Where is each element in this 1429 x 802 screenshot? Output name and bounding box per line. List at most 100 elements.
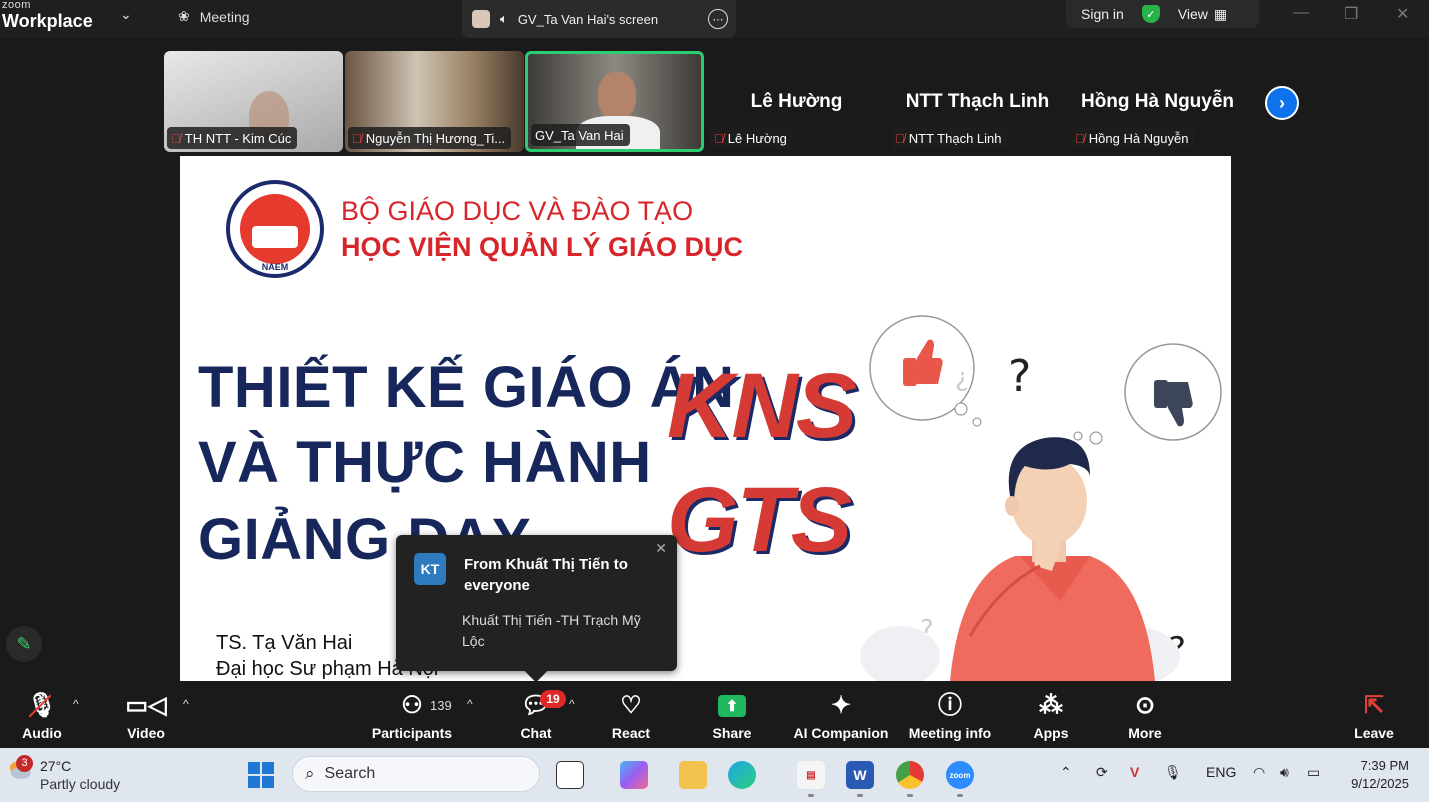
annotate-pen-icon[interactable]: ✎	[6, 626, 42, 662]
chevron-up-icon[interactable]: ⌃	[1060, 764, 1072, 781]
apps-button[interactable]: ⁂ Apps	[1025, 681, 1077, 748]
participant-name: NTT Thạch Linh	[908, 130, 1002, 146]
participants-options-caret[interactable]: ^	[467, 697, 473, 711]
chat-notification[interactable]: KT From Khuất Thị Tiến to everyone Khuất…	[396, 535, 677, 683]
taskbar-search[interactable]: ⌕ Search	[292, 756, 540, 792]
participants-button[interactable]: ⚇ Participants	[370, 681, 454, 748]
temperature[interactable]: 27°C	[40, 758, 71, 774]
meeting-toolbar: 🎙︎ Audio ^ ▭◁ Video ^ ⚇ Participants 139…	[0, 681, 1429, 748]
start-button[interactable]	[248, 762, 274, 788]
leave-button[interactable]: ⇱ Leave	[1348, 681, 1400, 748]
video-label: Video	[127, 725, 165, 741]
view-button[interactable]: View ▦	[1178, 6, 1227, 23]
shared-screen-slide: NAEM BỘ GIÁO DỤC VÀ ĐÀO TẠO HỌC VIỆN QUẢ…	[180, 156, 1231, 681]
maximize-icon[interactable]: ❐	[1344, 4, 1358, 24]
ministry-name: BỘ GIÁO DỤC VÀ ĐÀO TẠO	[341, 196, 694, 226]
next-page-button[interactable]: ›	[1265, 86, 1299, 120]
react-button[interactable]: ♡ React	[605, 681, 657, 748]
kns-badge: KNS	[667, 355, 857, 457]
video-strip: 🎙̸ TH NTT - Kim Cúc 🎙̸ Nguyễn Thị Hương_Ti…	[0, 38, 1429, 156]
speaker-icon: 🔈︎	[500, 11, 508, 26]
presenter-avatar	[472, 10, 490, 28]
app-tray-icon[interactable]: V	[1130, 764, 1139, 780]
screen-share-tab[interactable]: 🔈︎ GV_Ta Van Hai's screen ⋯	[462, 0, 736, 38]
slide-title-line1: THIẾT KẾ GIÁO ÁN	[198, 355, 735, 420]
weather-condition[interactable]: Partly cloudy	[40, 776, 120, 792]
app-icon[interactable]: ▤	[797, 761, 825, 797]
share-label: Share	[712, 725, 752, 741]
chat-notification-message: Khuất Thị Tiến -TH Trạch Mỹ Lộc	[462, 612, 641, 649]
sender-avatar: KT	[414, 553, 446, 585]
mic-muted-icon: 🎙︎	[26, 692, 58, 719]
clock-time: 7:39 PM	[1360, 758, 1409, 773]
svg-text:¿: ¿	[955, 363, 969, 393]
meeting-info-label: Meeting info	[908, 725, 992, 741]
audio-label: Audio	[22, 725, 62, 741]
chrome-icon[interactable]	[896, 761, 924, 797]
gts-badge: GTS	[667, 469, 852, 571]
chat-options-caret[interactable]: ^	[569, 697, 575, 711]
screen-title: GV_Ta Van Hai's screen	[517, 11, 659, 27]
windows-taskbar: 3 27°C Partly cloudy ⌕ Search ▤ W zoom ⌃…	[0, 748, 1429, 802]
account-controls: Sign in ✓ View ▦	[1066, 0, 1259, 28]
sign-in-button[interactable]: Sign in	[1081, 6, 1124, 22]
participant-display-name: Lê Hường	[750, 91, 843, 112]
shield-check-icon[interactable]: ✓	[1141, 5, 1160, 23]
edge-browser-icon[interactable]	[728, 761, 756, 789]
participant-name-tag: 🎙̸ TH NTT - Kim Cúc	[167, 127, 298, 149]
wifi-icon[interactable]: ◠	[1253, 764, 1265, 781]
more-label: More	[1128, 725, 1162, 741]
participant-tile[interactable]: 🎙̸ Nguyễn Thị Hương_Ti...	[345, 51, 524, 152]
participant-tile[interactable]: NTT Thạch Linh 🎙̸ NTT Thạch Linh	[888, 51, 1067, 152]
more-options-icon[interactable]: ⋯	[708, 9, 728, 29]
word-icon[interactable]: W	[846, 761, 874, 797]
meeting-label: Meeting	[199, 8, 250, 25]
video-button[interactable]: ▭◁ Video	[120, 681, 172, 748]
clock[interactable]: 7:39 PM 9/12/2025	[1343, 757, 1409, 793]
video-options-caret[interactable]: ^	[183, 697, 189, 711]
copilot-icon[interactable]	[620, 761, 648, 789]
language-indicator[interactable]: ENG	[1206, 764, 1236, 780]
search-icon: ⌕	[305, 764, 315, 783]
zoom-app-icon[interactable]: zoom	[946, 761, 974, 797]
participant-tile-active[interactable]: GV_Ta Van Hai	[525, 51, 704, 152]
participant-name-tag: 🎙̸ Hồng Hà Nguyễn	[1071, 127, 1195, 149]
minimize-icon[interactable]: —	[1293, 4, 1309, 22]
share-arrow-icon: ⬆	[718, 695, 746, 717]
participant-count: 139	[430, 698, 452, 713]
participant-name: TH NTT - Kim Cúc	[184, 130, 292, 146]
audio-button[interactable]: 🎙︎ Audio	[16, 681, 68, 748]
participant-tile[interactable]: Hồng Hà Nguyễn 🎙̸ Hồng Hà Nguyễn	[1068, 51, 1247, 152]
participant-name-tag: GV_Ta Van Hai	[531, 124, 630, 146]
meeting-menu[interactable]: ❀ Meeting	[178, 8, 250, 25]
participant-tile[interactable]: Lê Hường 🎙̸ Lê Hường	[707, 51, 886, 152]
author-name: TS. Tạ Văn Hai	[216, 632, 353, 654]
ai-companion-label: AI Companion	[793, 725, 889, 741]
chevron-down-icon[interactable]: ⌄	[120, 6, 132, 23]
sync-icon[interactable]: ⟳	[1096, 764, 1108, 781]
task-view-icon[interactable]	[556, 761, 584, 789]
close-icon[interactable]: ✕	[1396, 4, 1409, 24]
mic-tray-icon[interactable]: 🎙︎	[1164, 764, 1182, 781]
participants-icon: ⚇	[401, 692, 423, 719]
share-button[interactable]: ⬆ Share	[706, 681, 758, 748]
participant-name: Hồng Hà Nguyễn	[1088, 130, 1189, 146]
logo-book	[252, 226, 298, 248]
volume-icon[interactable]: 🔊︎	[1280, 764, 1289, 781]
ai-companion-button[interactable]: ✦ AI Companion	[790, 681, 892, 748]
brand-name: Workplace	[2, 11, 93, 31]
close-icon[interactable]: ✕	[655, 540, 667, 557]
file-explorer-icon[interactable]	[679, 761, 707, 789]
audio-options-caret[interactable]: ^	[73, 697, 79, 711]
leave-door-icon: ⇱	[1363, 692, 1385, 719]
clock-date: 9/12/2025	[1351, 776, 1409, 791]
battery-icon[interactable]: ▭	[1307, 764, 1320, 781]
participant-display-name: NTT Thạch Linh	[905, 91, 1050, 112]
participant-tile[interactable]: 🎙̸ TH NTT - Kim Cúc	[164, 51, 343, 152]
leave-label: Leave	[1354, 725, 1394, 741]
meeting-info-button[interactable]: ⓘ Meeting info	[900, 681, 1000, 748]
camera-icon: ▭◁	[125, 692, 167, 719]
participant-name: GV_Ta Van Hai	[535, 127, 624, 143]
more-button[interactable]: ⊙ More	[1119, 681, 1171, 748]
naem-logo: NAEM	[226, 180, 324, 278]
